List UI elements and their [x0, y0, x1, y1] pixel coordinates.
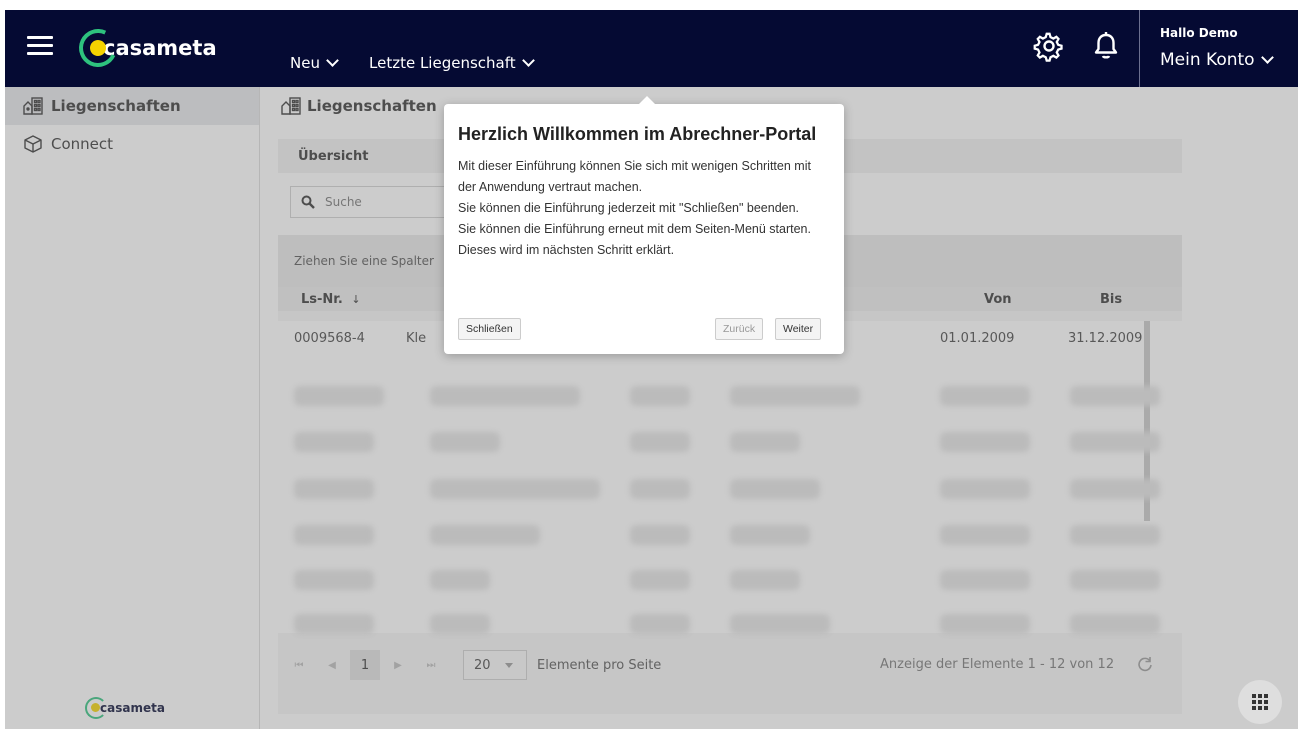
chevron-down-icon — [326, 54, 339, 67]
column-header-nr-label: Ls-Nr. — [301, 291, 343, 307]
dialog-text-line: Sie können die Einführung jederzeit mit … — [458, 201, 800, 215]
dropdown-arrow-icon — [504, 662, 513, 668]
sidebar-footer-logo: casameta — [85, 697, 165, 719]
settings-gear-icon[interactable] — [1033, 30, 1065, 62]
pagination: ⏮ ◀ 1 ▶ ⏭ 20 Elemente pro Seite Anzeige … — [278, 639, 1182, 691]
logo-text: casameta — [103, 36, 217, 60]
grid-body: 0009568-4 Kle 01.01.2009 31.12.2009 — [278, 321, 1182, 634]
close-button[interactable]: Schließen — [458, 318, 521, 340]
dialog-text-line: Mit dieser Einführung können Sie sich mi… — [458, 159, 811, 194]
blurred-row — [290, 429, 1160, 455]
notifications-bell-icon[interactable] — [1090, 30, 1122, 62]
blurred-row — [290, 611, 1160, 637]
column-header-nr[interactable]: Ls-Nr. ↓ — [301, 292, 361, 307]
nav-last-property-label: Letzte Liegenschaft — [369, 54, 516, 72]
sidebar-item-connect[interactable]: Connect — [5, 125, 259, 163]
blurred-row — [290, 522, 1160, 548]
next-page-button[interactable]: ▶ — [383, 650, 413, 680]
prev-page-button[interactable]: ◀ — [317, 650, 347, 680]
nav-new-menu[interactable]: Neu — [290, 54, 339, 72]
next-button[interactable]: Weiter — [775, 318, 822, 340]
cube-icon — [24, 135, 42, 153]
cell-nr: 0009568-4 — [294, 330, 365, 346]
apps-grid-button[interactable] — [1238, 680, 1282, 724]
buildings-icon — [23, 97, 43, 115]
column-header-bis[interactable]: Bis — [1100, 292, 1122, 307]
user-greeting: Hallo Demo — [1160, 26, 1238, 40]
blurred-row — [290, 567, 1160, 593]
sort-down-icon: ↓ — [351, 292, 361, 306]
top-navigation-bar: casameta Neu Letzte Liegenschaft Hallo D… — [5, 10, 1298, 87]
brand-logo[interactable]: casameta — [73, 23, 217, 73]
dialog-title: Herzlich Willkommen im Abrechner-Portal — [458, 124, 817, 144]
topbar-divider — [1139, 10, 1140, 87]
chevron-down-icon — [1260, 51, 1274, 64]
current-page-button[interactable]: 1 — [350, 650, 380, 680]
page-size-select[interactable]: 20 — [463, 650, 527, 680]
app-root: casameta Neu Letzte Liegenschaft Hallo D… — [0, 0, 1301, 729]
sidebar-logo-text: casameta — [100, 701, 165, 715]
search-icon — [301, 195, 315, 209]
page-size-value: 20 — [474, 657, 491, 673]
apps-grid-icon — [1252, 694, 1268, 710]
cell-name: Kle — [406, 330, 427, 346]
first-page-button[interactable]: ⏮ — [284, 650, 314, 680]
account-menu[interactable]: Mein Konto — [1160, 50, 1274, 70]
logo-ring-icon — [73, 23, 123, 73]
column-header-von[interactable]: Von — [984, 292, 1012, 307]
sidebar-item-label: Liegenschaften — [51, 97, 181, 115]
page-size-label: Elemente pro Seite — [537, 657, 662, 673]
hamburger-menu-icon[interactable] — [27, 36, 53, 56]
logo-ring-icon — [85, 697, 107, 719]
account-label: Mein Konto — [1160, 50, 1255, 70]
last-page-button[interactable]: ⏭ — [416, 650, 446, 680]
sidebar-item-liegenschaften[interactable]: Liegenschaften — [5, 87, 259, 125]
chevron-down-icon — [521, 54, 535, 67]
dialog-pointer-arrow — [639, 96, 655, 104]
pager-info: Anzeige der Elemente 1 - 12 von 12 — [880, 657, 1115, 672]
blurred-row — [290, 476, 1160, 502]
group-by-hint: Ziehen Sie eine Spalter — [294, 254, 434, 268]
back-button[interactable]: Zurück — [715, 318, 764, 340]
buildings-icon — [281, 97, 301, 115]
dialog-text-line: Sie können die Einführung erneut mit dem… — [458, 222, 811, 257]
refresh-icon[interactable] — [1136, 655, 1154, 673]
sidebar: Liegenschaften Connect casameta — [5, 87, 260, 729]
sidebar-item-label: Connect — [51, 135, 114, 153]
welcome-tour-dialog: Herzlich Willkommen im Abrechner-Portal … — [444, 96, 844, 354]
cell-von: 01.01.2009 — [940, 330, 1015, 346]
blurred-row — [290, 383, 1160, 409]
page-title-text: Liegenschaften — [307, 97, 437, 115]
nav-last-property-menu[interactable]: Letzte Liegenschaft — [369, 54, 535, 72]
nav-new-label: Neu — [290, 54, 320, 72]
cell-bis: 31.12.2009 — [1068, 330, 1143, 346]
